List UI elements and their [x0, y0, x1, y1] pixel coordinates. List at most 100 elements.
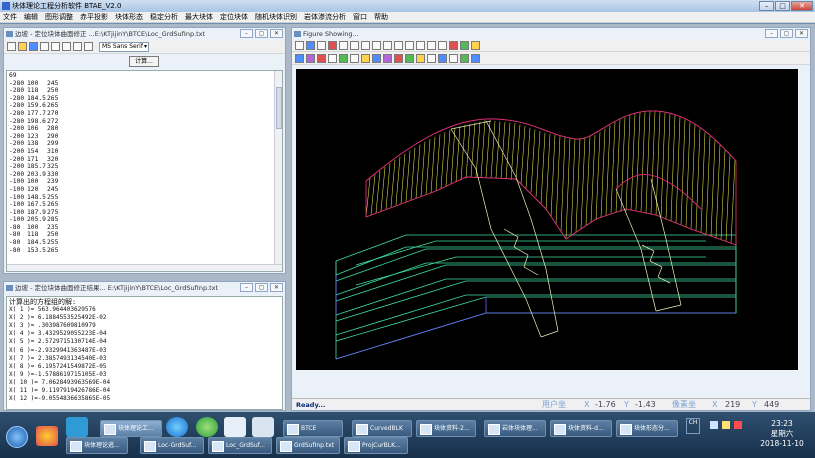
menu-item-10[interactable]: 窗口	[353, 12, 367, 22]
taskbar-button[interactable]: Loc_GrdSuf...	[208, 437, 272, 454]
results-minimize-button[interactable]: –	[240, 283, 253, 292]
view-top-icon[interactable]	[317, 53, 326, 63]
pointer-icon[interactable]	[372, 41, 381, 50]
figure-close-button[interactable]: ✕	[795, 29, 808, 38]
fit-icon[interactable]	[438, 41, 447, 50]
pan-icon[interactable]	[427, 41, 436, 50]
menu-item-8[interactable]: 随机块体识别	[255, 12, 297, 22]
zoom-out-icon[interactable]	[416, 41, 425, 50]
ie-browser-icon[interactable]	[166, 417, 188, 437]
figure-restore-button[interactable]: ▢	[780, 29, 793, 38]
language-indicator[interactable]: CH	[686, 418, 700, 434]
font-select[interactable]: MS Sans Serif	[99, 41, 149, 52]
axis-icon[interactable]	[460, 53, 469, 63]
editor-minimize-button[interactable]: –	[240, 29, 253, 38]
render-icon[interactable]	[405, 53, 414, 63]
pinned-app-icon[interactable]	[66, 417, 88, 437]
view-side-icon[interactable]	[306, 53, 315, 63]
surface-icon[interactable]	[361, 53, 370, 63]
star-icon[interactable]	[394, 53, 403, 63]
taskbar-button[interactable]: GrdSufInp.txt	[276, 437, 340, 454]
calculate-button[interactable]: 计算...	[129, 56, 159, 67]
settings-icon[interactable]	[427, 53, 436, 63]
pinned-app-icon[interactable]	[36, 426, 58, 446]
copy-icon[interactable]	[62, 42, 71, 51]
stop-icon[interactable]	[449, 41, 458, 50]
menu-item-5[interactable]: 稳定分析	[150, 12, 178, 22]
move-icon[interactable]	[383, 41, 392, 50]
volume-icon[interactable]	[722, 421, 730, 429]
taskbar-button[interactable]: 块体理论逃...	[66, 437, 128, 454]
maximize-button[interactable]: □	[775, 1, 790, 11]
menu-item-3[interactable]: 赤平投影	[80, 12, 108, 22]
taskbar-button[interactable]: BTCE	[283, 420, 343, 437]
open-folder-icon[interactable]	[18, 42, 27, 51]
editor-horizontal-scrollbar[interactable]	[7, 264, 282, 271]
editor-restore-button[interactable]: ▢	[255, 29, 268, 38]
palette-icon[interactable]	[471, 41, 480, 50]
menu-item-4[interactable]: 块体形态	[115, 12, 143, 22]
results-close-button[interactable]: ✕	[270, 283, 283, 292]
block-icon[interactable]	[383, 53, 392, 63]
rotate-icon[interactable]	[394, 41, 403, 50]
display-icon[interactable]	[471, 53, 480, 63]
editor-close-button[interactable]: ✕	[270, 29, 283, 38]
arrow-icon[interactable]	[328, 53, 337, 63]
taskbar-button[interactable]: 块体资料-2...	[416, 420, 476, 437]
edge-browser-icon[interactable]	[196, 417, 218, 437]
input-text-area[interactable]: 69 -280 100 245 -280 118 250 -280 184.5 265 -280 15…	[6, 70, 283, 272]
result-line: X( 12 )=-9.0554836635865E-05	[9, 395, 111, 403]
material-icon[interactable]	[416, 53, 425, 63]
menu-item-9[interactable]: 岩体渗流分析	[304, 12, 346, 22]
menu-item-6[interactable]: 最大块体	[185, 12, 213, 22]
scroll-thumb[interactable]	[276, 87, 282, 129]
minimize-button[interactable]: –	[759, 1, 774, 11]
chart-icon[interactable]	[438, 53, 447, 63]
figure-minimize-button[interactable]: –	[765, 29, 778, 38]
color-icon[interactable]	[328, 41, 337, 50]
print-icon[interactable]	[317, 41, 326, 50]
zoom-in-icon[interactable]	[405, 41, 414, 50]
taskbar-button[interactable]: Loc-GrdSuf...	[140, 437, 204, 454]
paste-icon[interactable]	[73, 42, 82, 51]
results-restore-button[interactable]: ▢	[255, 283, 268, 292]
copy-icon[interactable]	[339, 41, 348, 50]
select-icon[interactable]	[361, 41, 370, 50]
input-cell: 153.5	[27, 246, 46, 254]
wireframe-icon[interactable]	[372, 53, 381, 63]
shield-icon[interactable]	[734, 421, 742, 429]
pinned-app-icon[interactable]	[252, 417, 274, 437]
start-button[interactable]	[6, 426, 28, 448]
print-icon[interactable]	[40, 42, 49, 51]
taskbar-button[interactable]: 块体形态分...	[616, 420, 678, 437]
grid-icon[interactable]	[460, 41, 469, 50]
taskbar-button[interactable]: 块体资料-d...	[550, 420, 612, 437]
taskbar-button[interactable]: ProjCurBLK...	[344, 437, 408, 454]
cut-icon[interactable]	[51, 42, 60, 51]
new-file-icon[interactable]	[7, 42, 16, 51]
new-icon[interactable]	[295, 41, 304, 50]
save-icon[interactable]	[29, 42, 38, 51]
menu-item-11[interactable]: 帮助	[374, 12, 388, 22]
pinned-app-icon[interactable]	[224, 417, 246, 437]
font-icon[interactable]	[84, 42, 93, 51]
paste-icon[interactable]	[350, 41, 359, 50]
results-text-area[interactable]: 计算出的方程组的解: X( 1 )= 563.964403629576 X( 2 …	[6, 296, 283, 410]
3d-plot-canvas[interactable]	[296, 69, 798, 370]
menu-item-0[interactable]: 文件	[3, 12, 17, 22]
view-front-icon[interactable]	[295, 53, 304, 63]
menu-item-7[interactable]: 定位块体	[220, 12, 248, 22]
menu-item-2[interactable]: 图形调整	[45, 12, 73, 22]
options-icon[interactable]	[449, 53, 458, 63]
network-icon[interactable]	[710, 421, 718, 429]
editor-vertical-scrollbar[interactable]	[274, 71, 282, 271]
taskbar-button[interactable]: 块体理论工...	[100, 420, 162, 437]
shade-icon[interactable]	[350, 53, 359, 63]
light-icon[interactable]	[339, 53, 348, 63]
taskbar-button[interactable]: CurvedBLK	[352, 420, 412, 437]
menu-item-1[interactable]: 编辑	[24, 12, 38, 22]
close-button[interactable]: ✕	[791, 1, 813, 11]
clock[interactable]: 23:23 星期六 2018-11-10	[757, 419, 807, 449]
save-icon[interactable]	[306, 41, 315, 50]
taskbar-button[interactable]: 岩体块体理...	[484, 420, 546, 437]
